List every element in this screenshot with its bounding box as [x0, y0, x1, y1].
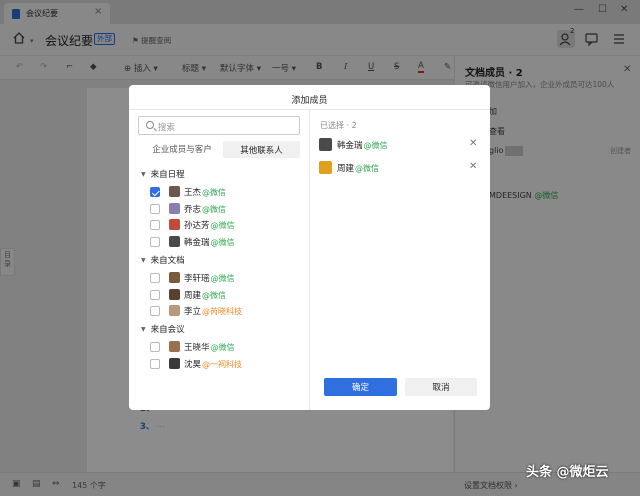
avatar: [169, 305, 180, 317]
selected-name: 周建@微信: [337, 164, 380, 174]
checkbox[interactable]: [150, 289, 160, 300]
checkbox[interactable]: [150, 341, 160, 352]
selected-member: 周建@微信 ✕: [319, 161, 479, 175]
avatar: [169, 340, 180, 352]
tab-internal-members[interactable]: 企业成员与客户: [141, 143, 223, 155]
cancel-button[interactable]: 取消: [405, 378, 477, 396]
contact-name: 孙达芳@微信: [184, 221, 235, 232]
checkbox[interactable]: [150, 358, 160, 369]
divider: [309, 110, 310, 410]
contact-name: 乔志@微信: [184, 204, 227, 215]
caret-down-icon: ▼: [141, 325, 146, 333]
contact-item[interactable]: 孙达芳@微信: [150, 218, 300, 232]
avatar: [169, 236, 180, 248]
avatar: [169, 271, 180, 283]
contact-item[interactable]: 周建@微信: [150, 288, 300, 302]
add-member-dialog: 添加成员 搜索 企业成员与客户 其他联系人 ▼ 来自日程王杰@微信乔志@微信孙达芳…: [129, 85, 490, 410]
contact-name: 韩金瑞@微信: [184, 238, 235, 249]
avatar: [169, 219, 180, 231]
checkbox[interactable]: [150, 272, 160, 283]
selected-count: 已选择 · 2: [320, 121, 357, 130]
avatar: [169, 202, 180, 214]
remove-icon[interactable]: ✕: [469, 161, 477, 172]
avatar: [319, 138, 332, 151]
avatar: [319, 161, 332, 174]
contact-name: 王杰@微信: [184, 188, 227, 198]
checkbox[interactable]: [150, 237, 160, 248]
confirm-button[interactable]: 确定: [324, 378, 397, 396]
contact-item[interactable]: 乔志@微信: [150, 202, 300, 216]
selected-member: 韩金瑞@微信 ✕: [319, 138, 479, 152]
contact-name: 周建@微信: [184, 290, 227, 301]
avatar: [169, 288, 180, 300]
checkbox[interactable]: [150, 306, 160, 317]
contact-item[interactable]: 李立@芮晓科技: [150, 304, 300, 318]
contact-name: 李轩瑶@微信: [184, 273, 235, 284]
checkbox[interactable]: [150, 220, 160, 231]
tab-other-contacts[interactable]: 其他联系人: [223, 141, 300, 158]
contact-name: 沈昊@一祠科技: [184, 359, 243, 370]
watermark: 头条 @微炬云: [526, 465, 609, 480]
selected-name: 韩金瑞@微信: [337, 141, 388, 151]
checkbox[interactable]: [150, 203, 160, 214]
contact-name: 王晓华@微信: [184, 342, 235, 353]
search-icon: [146, 121, 154, 129]
contact-item[interactable]: 沈昊@一祠科技: [150, 357, 300, 371]
caret-down-icon: ▼: [141, 171, 146, 178]
remove-icon[interactable]: ✕: [469, 138, 477, 149]
search-placeholder: 搜索: [158, 123, 176, 133]
group-header[interactable]: ▼ 来自文档: [141, 254, 185, 266]
contact-item[interactable]: 王晓华@微信: [150, 340, 300, 354]
contact-item[interactable]: 李轩瑶@微信: [150, 271, 300, 285]
group-header[interactable]: ▼ 来自会议: [141, 323, 185, 335]
avatar: [169, 357, 180, 369]
dialog-title: 添加成员: [291, 96, 328, 106]
avatar: [169, 186, 180, 197]
checkbox[interactable]: [150, 187, 160, 197]
contact-item[interactable]: 韩金瑞@微信: [150, 235, 300, 249]
group-header[interactable]: ▼ 来自日程: [141, 168, 185, 180]
search-input[interactable]: 搜索: [138, 116, 300, 135]
caret-down-icon: ▼: [141, 256, 146, 264]
contact-name: 李立@芮晓科技: [184, 307, 243, 318]
contact-item[interactable]: 王杰@微信: [150, 185, 300, 199]
